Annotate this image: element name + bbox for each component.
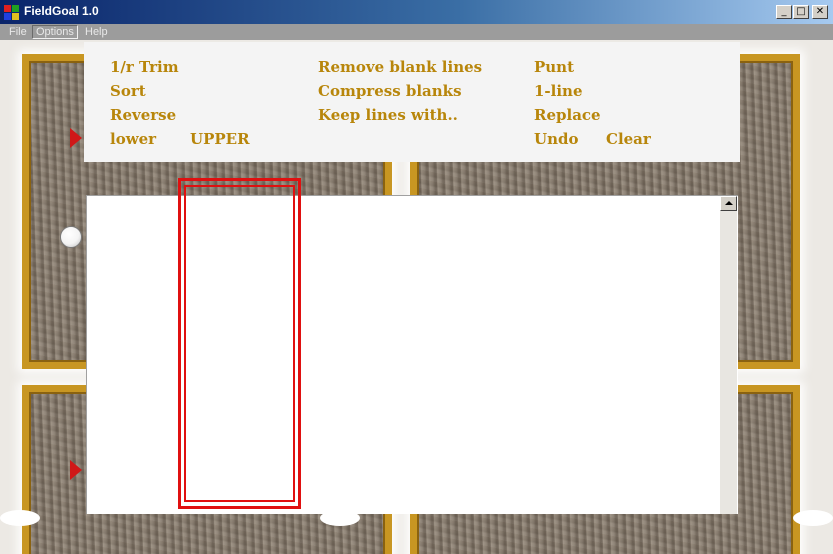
minimize-icon[interactable]: _ [776, 5, 792, 19]
app-icon [4, 5, 19, 20]
arrow-marker-icon [70, 128, 82, 148]
bottom-edge [793, 510, 833, 526]
menu-options[interactable]: Options [32, 25, 78, 39]
close-icon[interactable]: ✕ [812, 5, 828, 19]
keep-lines-with-button[interactable]: Keep lines with.. [318, 106, 458, 124]
vertical-scrollbar[interactable] [720, 211, 737, 514]
trim-button[interactable]: 1/r Trim [110, 58, 179, 76]
remove-blank-lines-button[interactable]: Remove blank lines [318, 58, 482, 76]
football-icon [60, 226, 82, 248]
selection-outline-inner [184, 185, 295, 502]
bottom-edge [320, 510, 360, 526]
bottom-edge [0, 510, 40, 526]
uppercase-button[interactable]: UPPER [190, 130, 250, 148]
menu-help[interactable]: Help [82, 25, 111, 39]
one-line-button[interactable]: 1-line [534, 82, 583, 100]
compress-blanks-button[interactable]: Compress blanks [318, 82, 462, 100]
clear-button[interactable]: Clear [606, 130, 651, 148]
reverse-button[interactable]: Reverse [110, 106, 176, 124]
maximize-icon[interactable]: □ [793, 5, 809, 19]
arrow-marker-icon [70, 460, 82, 480]
menu-file[interactable]: File [6, 25, 30, 39]
replace-button[interactable]: Replace [534, 106, 601, 124]
menu-bar: File Options Help [0, 24, 833, 40]
window-title: FieldGoal 1.0 [24, 4, 99, 18]
undo-button[interactable]: Undo [534, 130, 578, 148]
command-panel: 1/r Trim Sort Reverse lower UPPER Remove… [84, 42, 740, 162]
title-bar: FieldGoal 1.0 _ □ ✕ [0, 0, 833, 24]
punt-button[interactable]: Punt [534, 58, 574, 76]
sort-button[interactable]: Sort [110, 82, 146, 100]
scroll-up-icon[interactable] [720, 196, 737, 211]
lowercase-button[interactable]: lower [110, 130, 156, 148]
